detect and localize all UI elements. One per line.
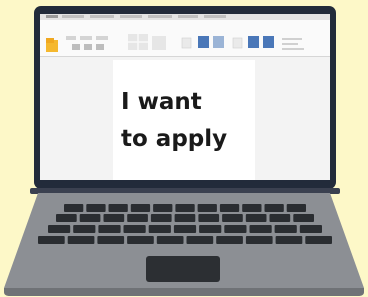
- style-swatch-4: [232, 37, 243, 49]
- key: [245, 214, 267, 222]
- key: [299, 225, 322, 233]
- key: [275, 236, 303, 244]
- tab-1: [46, 15, 58, 18]
- key: [175, 204, 195, 212]
- key: [199, 225, 222, 233]
- tab-3: [90, 15, 114, 18]
- tab-6: [178, 15, 198, 18]
- key: [274, 225, 297, 233]
- tool-block-5: [84, 44, 92, 50]
- style-swatch-3: [213, 36, 224, 48]
- ribbon-divider: [40, 56, 330, 57]
- key: [79, 214, 101, 222]
- key: [293, 214, 314, 222]
- tool-block-1: [66, 36, 76, 40]
- document-line-1: I want: [121, 89, 202, 115]
- tab-4: [120, 15, 142, 18]
- style-swatch-6: [263, 36, 274, 48]
- key: [64, 204, 84, 212]
- ribbon-line-2: [282, 43, 298, 45]
- key: [198, 214, 220, 222]
- style-swatch-5: [248, 36, 259, 48]
- key: [156, 236, 184, 244]
- key: [108, 204, 128, 212]
- key: [269, 214, 291, 222]
- key: [216, 236, 243, 244]
- key: [127, 236, 154, 244]
- key: [150, 214, 172, 222]
- key: [130, 204, 151, 212]
- ribbon-line-3: [282, 48, 304, 50]
- key: [264, 204, 284, 212]
- key: [56, 214, 77, 222]
- key: [286, 204, 306, 212]
- key: [103, 214, 125, 222]
- key: [173, 225, 197, 233]
- key: [127, 214, 148, 222]
- document-line-2: to apply: [121, 126, 228, 152]
- key: [153, 204, 173, 212]
- key: [97, 236, 125, 244]
- key: [86, 204, 106, 212]
- tab-7: [204, 15, 226, 18]
- key: [38, 236, 65, 244]
- ribbon-line-1: [282, 38, 302, 40]
- deck-edge: [4, 288, 364, 296]
- key: [242, 204, 262, 212]
- key: [249, 225, 272, 233]
- tool-block-2: [80, 36, 92, 40]
- style-swatch-2: [198, 36, 209, 48]
- key: [73, 225, 96, 233]
- tab-5: [148, 15, 172, 18]
- key: [224, 225, 247, 233]
- key: [174, 214, 196, 222]
- laptop-illustration: I want to apply: [0, 0, 368, 297]
- key: [148, 225, 171, 233]
- key: [197, 204, 217, 212]
- tool-block-4: [72, 44, 80, 50]
- key: [48, 225, 71, 233]
- tool-block-3: [96, 36, 108, 40]
- style-swatch-1: [181, 37, 192, 49]
- key: [67, 236, 95, 244]
- key: [245, 236, 273, 244]
- key: [186, 236, 214, 244]
- key: [219, 204, 240, 212]
- trackpad: [146, 256, 220, 282]
- key: [222, 214, 243, 222]
- style-box: [152, 36, 166, 50]
- document-text: I want to apply: [121, 84, 251, 158]
- tool-block-6: [96, 44, 104, 50]
- key: [98, 225, 121, 233]
- tab-2: [62, 15, 84, 18]
- key: [305, 236, 332, 244]
- folder-tab: [46, 38, 54, 43]
- key: [123, 225, 146, 233]
